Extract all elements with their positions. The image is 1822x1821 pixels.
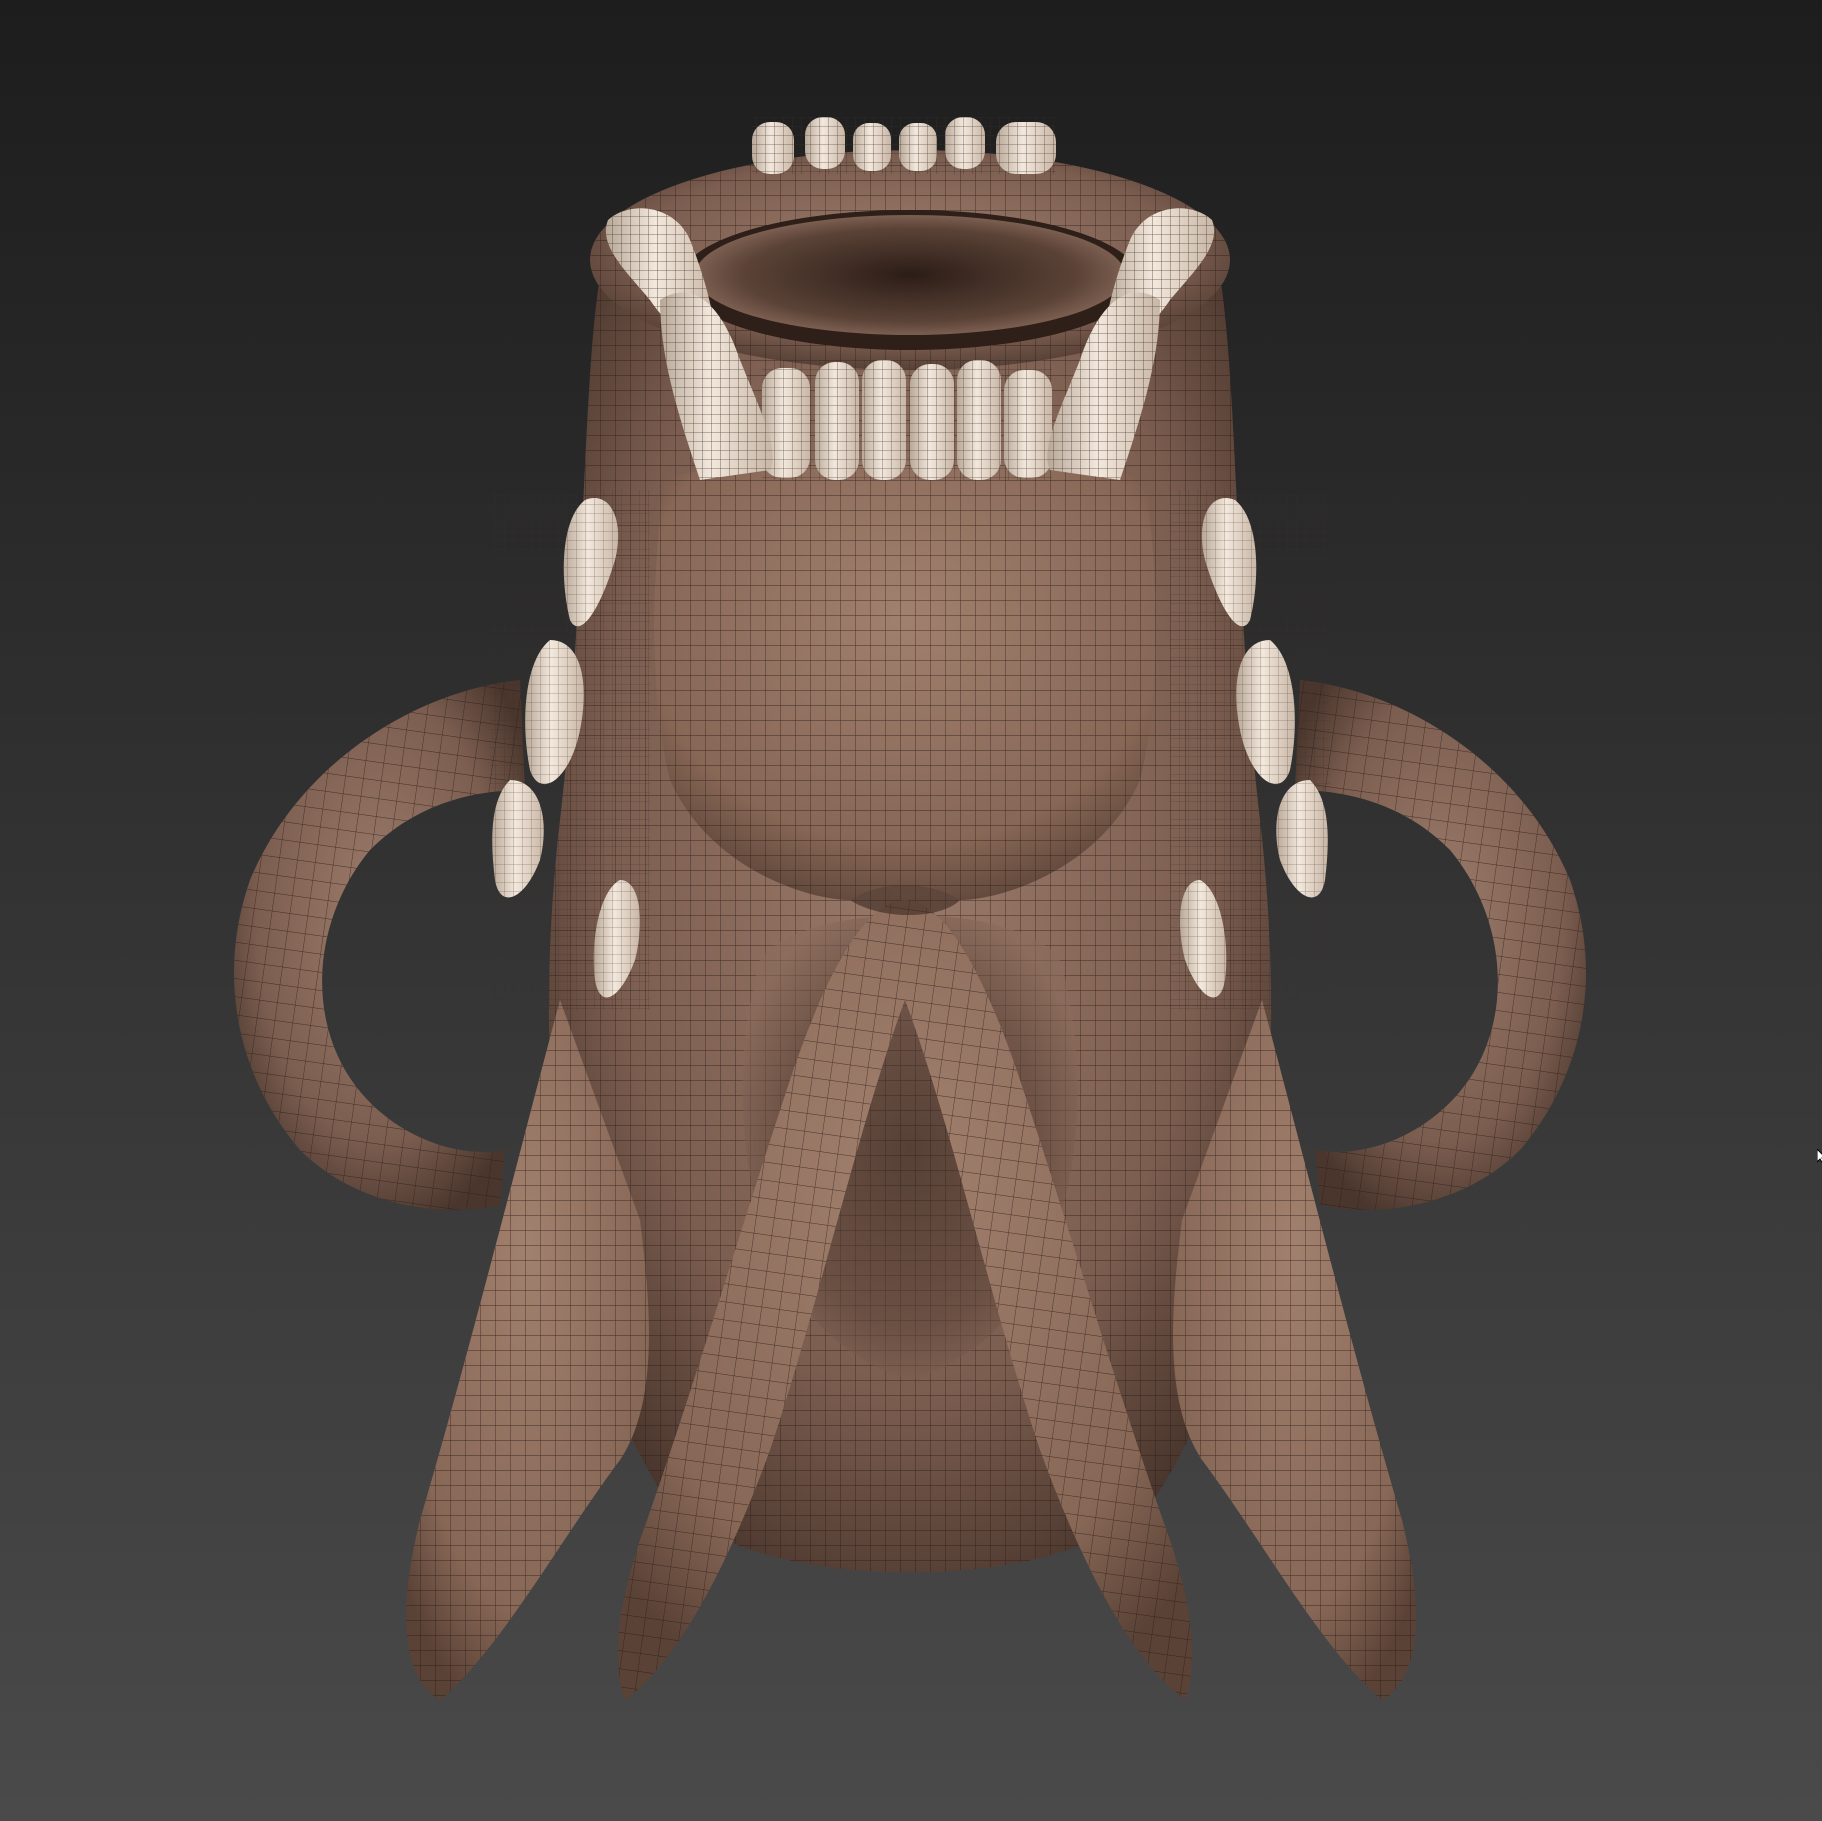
lower-incisors	[762, 360, 1052, 480]
right-molars	[1170, 490, 1330, 1010]
snout	[654, 461, 1156, 900]
viewport-canvas[interactable]	[0, 0, 1822, 1821]
3d-viewport[interactable]	[0, 0, 1822, 1821]
arrow-cursor-icon	[1817, 1149, 1822, 1165]
upper-incisors	[752, 117, 1056, 174]
left-molars	[490, 490, 650, 1010]
